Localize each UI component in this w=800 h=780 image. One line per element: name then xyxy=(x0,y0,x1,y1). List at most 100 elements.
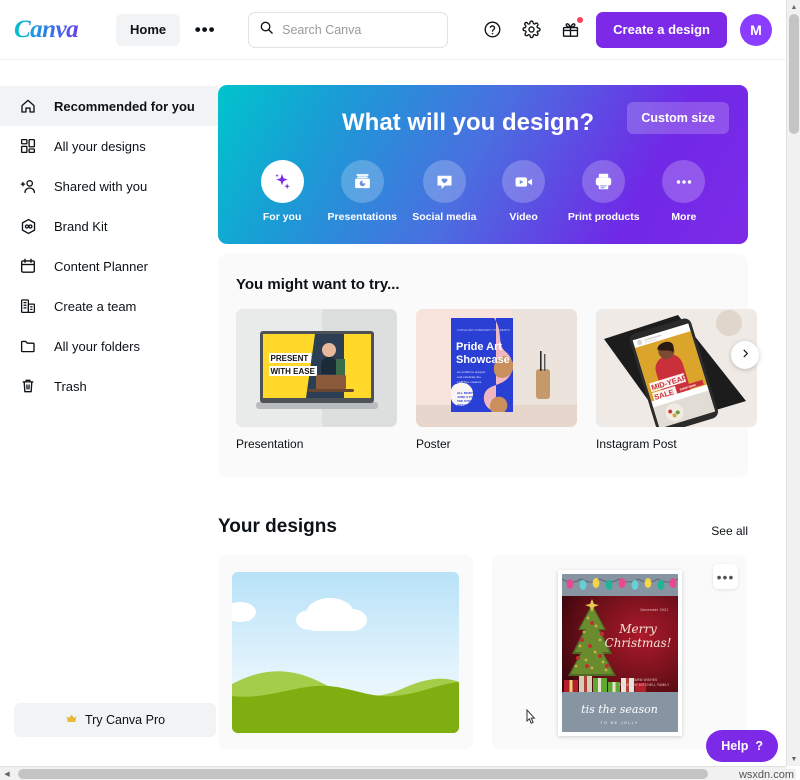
svg-text:CANVA ART COMMUNITY PRESENTS: CANVA ART COMMUNITY PRESENTS xyxy=(457,328,510,332)
top-header: Canva Home ••• Search Canva Create a des… xyxy=(0,0,786,60)
sidebar-item-all-your-designs[interactable]: All your designs xyxy=(0,126,218,166)
search-input[interactable] xyxy=(282,22,433,37)
category-label: More xyxy=(671,211,697,223)
home-icon xyxy=(18,96,38,116)
main-content: What will you design? Custom size For yo… xyxy=(218,60,786,766)
chevron-right-icon xyxy=(740,346,751,364)
crown-icon xyxy=(65,712,78,728)
try-card-label: Presentation xyxy=(236,437,304,451)
hero-title-text: What will you design? xyxy=(342,109,594,136)
design-options-button[interactable]: ••• xyxy=(713,564,738,589)
gear-icon[interactable] xyxy=(518,17,544,43)
try-card-poster[interactable]: CANVA ART COMMUNITY PRESENTS Pride Art S… xyxy=(416,309,577,451)
design-card-landscape[interactable] xyxy=(218,555,473,750)
your-designs-header: Your designs See all xyxy=(218,516,748,538)
try-canva-pro-button[interactable]: Try Canva Pro xyxy=(14,703,216,737)
try-card-row: PRESENT WITH EASE Presentation CANVA ART… xyxy=(236,309,759,451)
create-a-design-button[interactable]: Create a design xyxy=(596,11,727,48)
scroll-up-arrow[interactable]: ▲ xyxy=(787,0,800,14)
chat-heart-icon xyxy=(422,160,466,203)
svg-text:Pride Art: Pride Art xyxy=(456,341,502,353)
trash-icon xyxy=(18,376,38,396)
christmas-footer-script: tis the season xyxy=(581,702,658,716)
add-person-icon xyxy=(18,176,38,196)
gift-icon[interactable] xyxy=(557,16,584,43)
help-button[interactable]: Help ? xyxy=(706,730,778,762)
presentation-thumbnail: PRESENT WITH EASE xyxy=(236,309,397,427)
help-button-label: Help xyxy=(721,739,749,753)
you-might-want-to-try-panel: You might want to try... PRESENT WITH EA… xyxy=(218,254,759,477)
greeting-line-1: Merry xyxy=(619,621,657,636)
horizontal-scrollbar[interactable]: ◀ xyxy=(0,766,786,780)
sidebar-item-create-a-team[interactable]: Create a team xyxy=(0,286,218,326)
nav-home-button[interactable]: Home xyxy=(116,13,181,46)
category-print-products[interactable]: Print products xyxy=(567,160,640,223)
greeting-line-2: Christmas! xyxy=(604,635,672,650)
sidebar-item-brand-kit[interactable]: Brand Kit xyxy=(0,206,218,246)
svg-text:An exhibit to support: An exhibit to support xyxy=(457,370,485,374)
christmas-wishes: WARM WISHES FROM THE MITCHELL FAMILY xyxy=(620,678,670,688)
user-avatar[interactable]: M xyxy=(740,13,772,46)
presentation-icon xyxy=(340,160,384,203)
vertical-scrollbar-thumb[interactable] xyxy=(789,14,799,134)
building-icon xyxy=(18,296,38,316)
category-label: Print products xyxy=(567,211,640,223)
landscape-thumbnail xyxy=(232,572,459,733)
try-card-presentation[interactable]: PRESENT WITH EASE Presentation xyxy=(236,309,397,451)
carousel-next-button[interactable] xyxy=(731,341,759,369)
nav-more-button[interactable]: ••• xyxy=(190,14,220,46)
search-bar[interactable] xyxy=(248,11,449,48)
pro-button-label: Try Canva Pro xyxy=(84,713,166,727)
svg-text:Showcase: Showcase xyxy=(456,354,510,366)
christmas-card-thumbnail: December 2021 Merry Christmas! WARM WISH… xyxy=(557,569,682,736)
category-video[interactable]: Video xyxy=(493,160,553,223)
sidebar-label: Brand Kit xyxy=(54,218,108,234)
hero-category-row: For you Presentations Social media Video… xyxy=(218,160,748,223)
category-label: For you xyxy=(262,211,302,223)
brand-hexagon-icon xyxy=(18,216,38,236)
scroll-left-arrow[interactable]: ◀ xyxy=(0,767,14,780)
christmas-greeting: Merry Christmas! xyxy=(605,622,672,650)
category-for-you[interactable]: For you xyxy=(252,160,312,223)
try-card-instagram-post[interactable]: MID-YEAR SALE SHOP NOW Instagram Post xyxy=(596,309,757,451)
instagram-post-thumbnail: MID-YEAR SALE SHOP NOW xyxy=(596,309,757,427)
your-designs-row: ••• December 2021 Merry Christmas! WARM … xyxy=(218,555,786,750)
try-card-label: Poster xyxy=(416,437,451,451)
sidebar-label: All your folders xyxy=(54,338,140,354)
design-card-christmas[interactable]: ••• December 2021 Merry Christmas! WARM … xyxy=(492,555,747,750)
sidebar-item-shared-with-you[interactable]: Shared with you xyxy=(0,166,218,206)
question-mark-icon: ? xyxy=(755,739,763,753)
watermark: wsxdn.com xyxy=(736,769,796,780)
horizontal-scrollbar-thumb[interactable] xyxy=(18,769,708,779)
header-actions: Create a design M xyxy=(479,11,786,48)
category-more[interactable]: More xyxy=(654,160,714,223)
scroll-down-arrow[interactable]: ▼ xyxy=(787,752,800,766)
gift-notification-dot xyxy=(577,16,584,23)
svg-text:WITH EASE: WITH EASE xyxy=(271,367,316,376)
ellipsis-icon xyxy=(662,160,706,203)
christmas-footer-caps: TO BE JOLLY xyxy=(600,719,639,725)
help-circle-icon[interactable] xyxy=(479,17,505,43)
sidebar-label: Create a team xyxy=(54,298,137,314)
wishes-line-2: FROM THE MITCHELL FAMILY xyxy=(619,682,670,687)
christmas-photo: December 2021 Merry Christmas! WARM WISH… xyxy=(561,595,678,700)
vertical-scrollbar[interactable]: ▲ ▼ xyxy=(786,0,800,766)
calendar-icon xyxy=(18,256,38,276)
sidebar-label: Shared with you xyxy=(54,178,148,194)
sidebar-item-trash[interactable]: Trash xyxy=(0,366,218,406)
sidebar-item-all-your-folders[interactable]: All your folders xyxy=(0,326,218,366)
custom-size-button[interactable]: Custom size xyxy=(627,102,729,134)
canva-logo[interactable]: Canva xyxy=(14,15,90,45)
christmas-date-text: December 2021 xyxy=(640,607,669,612)
christmas-footer: tis the season TO BE JOLLY xyxy=(561,691,678,732)
canva-home-page: Canva Home ••• Search Canva Create a des… xyxy=(0,0,800,780)
search-icon xyxy=(259,20,274,40)
sidebar-label: Recommended for you xyxy=(54,98,195,114)
category-presentations[interactable]: Presentations xyxy=(328,160,397,223)
poster-thumbnail: CANVA ART COMMUNITY PRESENTS Pride Art S… xyxy=(416,309,577,427)
video-camera-icon xyxy=(502,160,546,203)
category-social-media[interactable]: Social media xyxy=(412,160,476,223)
sidebar-item-content-planner[interactable]: Content Planner xyxy=(0,246,218,286)
sidebar-item-recommended-for-you[interactable]: Recommended for you xyxy=(0,86,218,126)
see-all-link[interactable]: See all xyxy=(711,524,748,538)
